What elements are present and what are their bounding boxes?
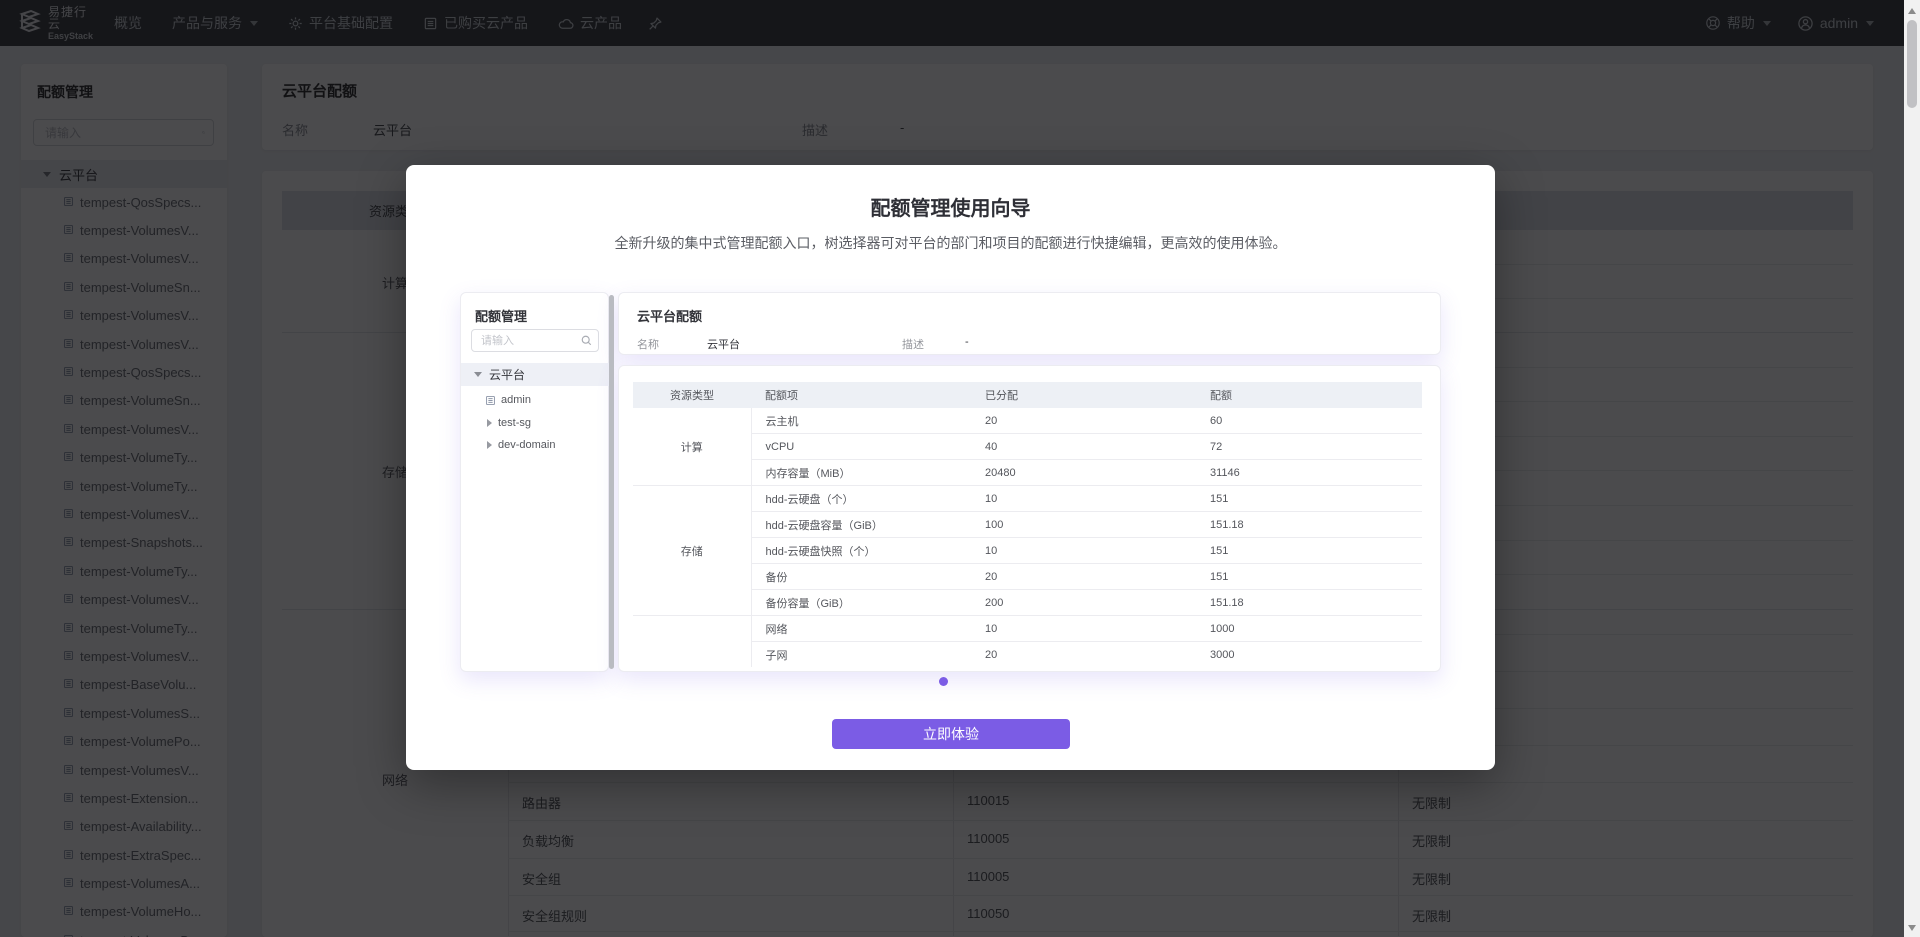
preview-item-cell: 子网	[751, 642, 971, 668]
preview-item-cell: 备份	[751, 564, 971, 590]
preview-search	[471, 329, 599, 352]
preview-tree-item-label: admin	[501, 394, 531, 406]
preview-table-row: 备份容量（GiB）200151.18	[633, 590, 1422, 616]
preview-quota-cell: 60	[1196, 408, 1422, 434]
preview-quota-cell: 1000	[1196, 616, 1422, 642]
preview-name-value: 云平台	[707, 336, 740, 352]
preview-allocated-cell: 20	[971, 642, 1196, 668]
preview-table-row: 计算云主机2060	[633, 408, 1422, 434]
preview-allocated-cell: 10	[971, 616, 1196, 642]
preview-quota-cell: 3000	[1196, 642, 1422, 668]
preview-item-cell: hdd-云硬盘（个）	[751, 486, 971, 512]
preview-allocated-cell: 20	[971, 408, 1196, 434]
preview-item-cell: 备份容量（GiB）	[751, 590, 971, 616]
preview-quota-cell: 151	[1196, 564, 1422, 590]
preview-item-cell: 内存容量（MiB）	[751, 460, 971, 486]
preview-table-row: 子网203000	[633, 642, 1422, 668]
preview-tree-root[interactable]: 云平台	[461, 363, 610, 386]
preview-quota-cell: 31146	[1196, 460, 1422, 486]
scrollbar-thumb[interactable]	[1907, 20, 1917, 108]
preview-search-input[interactable]	[479, 334, 581, 348]
preview-group-cell	[633, 616, 751, 668]
preview-table-row: 内存容量（MiB）2048031146	[633, 460, 1422, 486]
tree-expand-icon	[474, 372, 482, 377]
preview-item-cell: vCPU	[751, 434, 971, 460]
preview-group-cell: 存储	[633, 486, 751, 616]
preview-tree-item-admin[interactable]: admin	[461, 389, 610, 411]
preview-column-header: 配额	[1196, 382, 1422, 408]
quota-wizard-modal: 配额管理使用向导 全新升级的集中式管理配额入口，树选择器可对平台的部门和项目的配…	[406, 165, 1495, 770]
chevron-right-icon	[487, 441, 492, 449]
doc-icon	[485, 395, 496, 406]
preview-allocated-cell: 100	[971, 512, 1196, 538]
preview-sidebar-panel: 配额管理 云平台 admin test-sg dev-domain	[460, 292, 609, 672]
preview-name-label: 名称	[637, 336, 659, 352]
preview-desc-label: 描述	[902, 336, 924, 352]
preview-sidebar-title: 配额管理	[461, 293, 608, 325]
preview-table-row: hdd-云硬盘容量（GiB）100151.18	[633, 512, 1422, 538]
carousel-dot[interactable]	[939, 677, 948, 686]
preview-item-cell: hdd-云硬盘快照（个）	[751, 538, 971, 564]
preview-column-header: 配额项	[751, 382, 971, 408]
app-root: 易捷行云 EasyStack 概览产品与服务平台基础配置已购买云产品云产品 帮助	[0, 0, 1920, 937]
preview-allocated-cell: 20	[971, 564, 1196, 590]
preview-scrollbar[interactable]	[609, 295, 614, 669]
preview-quota-table: 资源类型配额项已分配配额计算云主机2060vCPU4072内存容量（MiB）20…	[633, 382, 1422, 667]
preview-quota-cell: 151.18	[1196, 512, 1422, 538]
preview-allocated-cell: 20480	[971, 460, 1196, 486]
preview-table-header-row: 资源类型配额项已分配配额	[633, 382, 1422, 408]
preview-column-header: 已分配	[971, 382, 1196, 408]
preview-allocated-cell: 10	[971, 538, 1196, 564]
preview-allocated-cell: 40	[971, 434, 1196, 460]
preview-allocated-cell: 200	[971, 590, 1196, 616]
preview-table-card: 资源类型配额项已分配配额计算云主机2060vCPU4072内存容量（MiB）20…	[618, 365, 1441, 672]
preview-quota-cell: 151.18	[1196, 590, 1422, 616]
preview-page-title: 云平台配额	[619, 293, 1440, 325]
preview-tree-root-label: 云平台	[489, 366, 525, 383]
preview-item-cell: 网络	[751, 616, 971, 642]
page-scrollbar[interactable]	[1904, 0, 1920, 937]
preview-table-row: 备份20151	[633, 564, 1422, 590]
preview-tree-item-test-sg[interactable]: test-sg	[461, 412, 610, 434]
preview-table-row: vCPU4072	[633, 434, 1422, 460]
scroll-down-arrow-icon[interactable]	[1908, 925, 1916, 931]
scroll-up-arrow-icon[interactable]	[1908, 8, 1916, 14]
preview-item-cell: hdd-云硬盘容量（GiB）	[751, 512, 971, 538]
preview-allocated-cell: 10	[971, 486, 1196, 512]
search-icon	[581, 335, 592, 346]
chevron-right-icon	[487, 419, 492, 427]
preview-quota-cell: 72	[1196, 434, 1422, 460]
preview-tree-item-label: test-sg	[498, 417, 531, 429]
preview-desc-value: -	[965, 336, 969, 348]
preview-item-cell: 云主机	[751, 408, 971, 434]
preview-tree-item-dev-domain[interactable]: dev-domain	[461, 434, 610, 456]
preview-tree-item-label: dev-domain	[498, 439, 555, 451]
preview-header-card: 云平台配额 名称 云平台 描述 -	[618, 292, 1441, 355]
experience-now-button[interactable]: 立即体验	[832, 719, 1070, 749]
preview-group-cell: 计算	[633, 408, 751, 486]
preview-table-row: 存储hdd-云硬盘（个）10151	[633, 486, 1422, 512]
modal-title: 配额管理使用向导	[406, 192, 1495, 221]
preview-table-row: hdd-云硬盘快照（个）10151	[633, 538, 1422, 564]
preview-table-row: 网络101000	[633, 616, 1422, 642]
modal-subtitle: 全新升级的集中式管理配额入口，树选择器可对平台的部门和项目的配额进行快捷编辑，更…	[406, 233, 1495, 253]
preview-column-header: 资源类型	[633, 382, 751, 408]
preview-quota-cell: 151	[1196, 486, 1422, 512]
preview-quota-cell: 151	[1196, 538, 1422, 564]
